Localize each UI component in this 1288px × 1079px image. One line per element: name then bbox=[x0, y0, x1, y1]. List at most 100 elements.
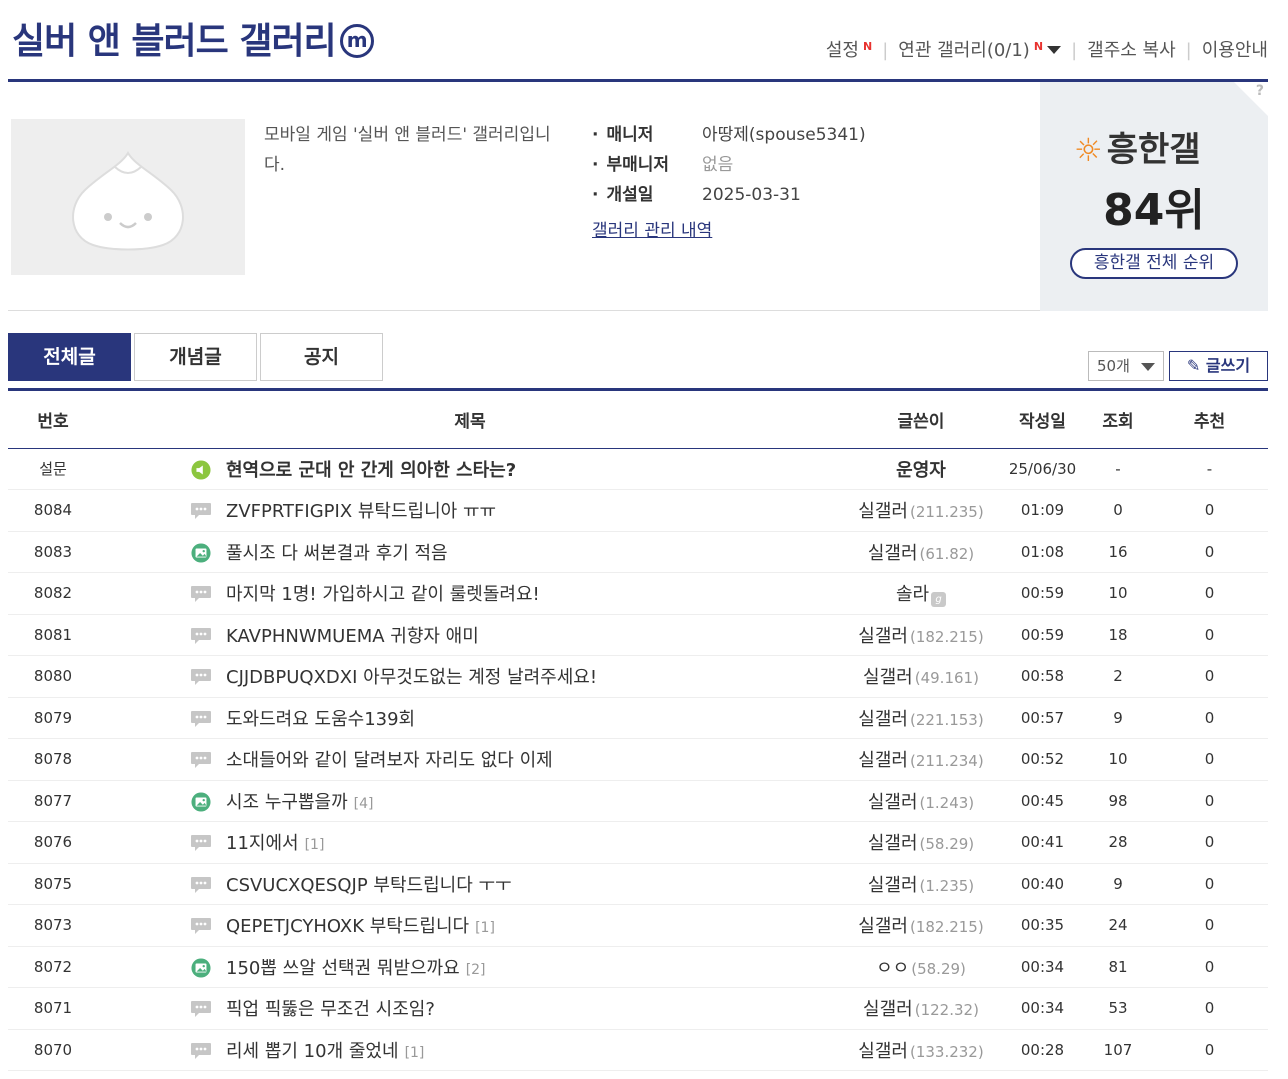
post-writer[interactable]: 운영자 bbox=[896, 460, 946, 481]
post-subject[interactable]: 풀시조 다 써본결과 후기 적음 bbox=[226, 543, 448, 564]
post-subject[interactable]: 시조 누구뽑을까 bbox=[226, 792, 348, 813]
post-writer-cell[interactable]: 실갤러 (211.234) bbox=[842, 738, 1000, 781]
table-row[interactable]: 8081 KAVPHNWMUEMA 귀향자 애미 실갤러 (182.215) 00:59… bbox=[8, 614, 1268, 656]
post-subject-cell[interactable]: KAVPHNWMUEMA 귀향자 애미 bbox=[98, 614, 842, 656]
post-number: 8070 bbox=[8, 1029, 98, 1071]
copy-url-link[interactable]: 갤주소 복사 bbox=[1087, 36, 1176, 62]
post-subject[interactable]: CSVUCXQESQJP 부탁드립니다 ㅜㅜ bbox=[226, 875, 512, 896]
post-writer[interactable]: 실갤러 bbox=[868, 792, 918, 813]
table-row[interactable]: 8077 시조 누구뽑을까 [4] 실갤러 (1.243) 00:45 98 0 bbox=[8, 780, 1268, 822]
post-subject-cell[interactable]: 11지에서 [1] bbox=[98, 821, 842, 864]
post-subject-cell[interactable]: ZVFPRTFIGPIX 뷰탁드립니아 ㅠㅠ bbox=[98, 489, 842, 532]
post-subject[interactable]: 리세 뽑기 10개 줄었네 bbox=[226, 1041, 399, 1062]
writer-ip: (122.32) bbox=[914, 1001, 979, 1020]
post-number: 8076 bbox=[8, 821, 98, 864]
post-writer[interactable]: 실갤러 bbox=[858, 501, 908, 522]
post-writer[interactable]: 솔라 bbox=[896, 584, 929, 605]
post-subject-cell[interactable]: 시조 누구뽑을까 [4] bbox=[98, 780, 842, 822]
table-row[interactable]: 8079 도와드려요 도움수139회 실갤러 (221.153) 00:57 9 0 bbox=[8, 697, 1268, 739]
post-subject-cell[interactable]: QEPETJCYHOXK 부탁드립니다 [1] bbox=[98, 904, 842, 947]
table-row[interactable]: 8082 마지막 1명! 가입하시고 같이 룰렛돌려요! 솔라 g 00:59 10 0 bbox=[8, 572, 1268, 615]
post-subject[interactable]: KAVPHNWMUEMA 귀향자 애미 bbox=[226, 626, 479, 647]
table-row[interactable]: 8080 CJJDBPUQXDXI 아무것도없는 계정 날려주세요! 실갤러 (49.… bbox=[8, 655, 1268, 698]
write-button[interactable]: ✎ 글쓰기 bbox=[1169, 351, 1268, 381]
comment-count[interactable]: [1] bbox=[475, 920, 495, 936]
post-writer[interactable]: 실갤러 bbox=[858, 916, 908, 937]
writer-ip: (133.232) bbox=[909, 1042, 984, 1061]
text-post-icon bbox=[191, 835, 211, 851]
post-writer-cell[interactable]: ㅇㅇ (58.29) bbox=[842, 946, 1000, 988]
management-history-link[interactable]: 갤러리 관리 내역 bbox=[592, 216, 712, 241]
post-subject-cell[interactable]: CJJDBPUQXDXI 아무것도없는 계정 날려주세요! bbox=[98, 655, 842, 698]
comment-count[interactable]: [1] bbox=[405, 1045, 425, 1061]
post-subject-cell[interactable]: 소대들어와 같이 달려보자 자리도 없다 이제 bbox=[98, 738, 842, 781]
post-subject-cell[interactable]: 150뽑 쓰알 선택권 뭐받으까요 [2] bbox=[98, 946, 842, 988]
post-writer[interactable]: 실갤러 bbox=[868, 833, 918, 854]
post-subject-cell[interactable]: 마지막 1명! 가입하시고 같이 룰렛돌려요! bbox=[98, 572, 842, 615]
post-writer[interactable]: 실갤러 bbox=[858, 626, 908, 647]
tab-recommended[interactable]: 개념글 bbox=[134, 333, 257, 381]
post-writer-cell[interactable]: 솔라 g bbox=[842, 572, 1000, 615]
post-writer-cell[interactable]: 실갤러 (1.243) bbox=[842, 780, 1000, 822]
table-row[interactable]: 8070 리세 뽑기 10개 줄었네 [1] 실갤러 (133.232) 00:28 107… bbox=[8, 1029, 1268, 1071]
post-writer-cell[interactable]: 실갤러 (221.153) bbox=[842, 697, 1000, 739]
table-row[interactable]: 8084 ZVFPRTFIGPIX 뷰탁드립니아 ㅠㅠ 실갤러 (211.235) 01… bbox=[8, 489, 1268, 532]
table-row[interactable]: 8072 150뽑 쓰알 선택권 뭐받으까요 [2] ㅇㅇ (58.29) 00:34 81… bbox=[8, 946, 1268, 988]
post-writer[interactable]: ㅇㅇ bbox=[876, 958, 909, 979]
post-subject[interactable]: QEPETJCYHOXK 부탁드립니다 bbox=[226, 916, 469, 937]
post-writer-cell[interactable]: 실갤러 (61.82) bbox=[842, 531, 1000, 573]
post-subject-cell[interactable]: 픽업 픽뚫은 무조건 시조임? bbox=[98, 987, 842, 1030]
post-writer[interactable]: 실갤러 bbox=[868, 543, 918, 564]
gallery-title[interactable]: 실버 앤 블러드 갤러리 m bbox=[12, 12, 374, 64]
post-subject-cell[interactable]: 풀시조 다 써본결과 후기 적음 bbox=[98, 531, 842, 573]
guide-link[interactable]: 이용안내 bbox=[1202, 36, 1268, 62]
post-subject-cell[interactable]: 현역으로 군대 안 간게 의아한 스타는? bbox=[98, 448, 842, 490]
table-row[interactable]: 8076 11지에서 [1] 실갤러 (58.29) 00:41 28 0 bbox=[8, 821, 1268, 864]
comment-count[interactable]: [1] bbox=[305, 837, 325, 853]
settings-link[interactable]: 설정 N bbox=[826, 36, 872, 62]
post-subject[interactable]: 픽업 픽뚫은 무조건 시조임? bbox=[226, 999, 435, 1020]
post-subject-cell[interactable]: 리세 뽑기 10개 줄었네 [1] bbox=[98, 1029, 842, 1071]
post-writer-cell[interactable]: 실갤러 (133.232) bbox=[842, 1029, 1000, 1071]
post-subject-cell[interactable]: CSVUCXQESQJP 부탁드립니다 ㅜㅜ bbox=[98, 863, 842, 905]
post-subject[interactable]: 도와드려요 도움수139회 bbox=[226, 709, 415, 730]
post-subject[interactable]: ZVFPRTFIGPIX 뷰탁드립니아 ㅠㅠ bbox=[226, 501, 496, 522]
table-row[interactable]: 8073 QEPETJCYHOXK 부탁드립니다 [1] 실갤러 (182.215) 00… bbox=[8, 904, 1268, 947]
post-writer[interactable]: 실갤러 bbox=[863, 999, 913, 1020]
post-writer[interactable]: 실갤러 bbox=[868, 875, 918, 896]
table-row[interactable]: 8083 풀시조 다 써본결과 후기 적음 실갤러 (61.82) 01:08 16 0 bbox=[8, 531, 1268, 573]
tab-all[interactable]: 전체글 bbox=[8, 333, 131, 381]
manager-value[interactable]: 아땅제(spouse5341) bbox=[702, 125, 866, 145]
related-gallery-link[interactable]: 연관 갤러리(0/1) N bbox=[898, 36, 1062, 62]
post-subject[interactable]: CJJDBPUQXDXI 아무것도없는 계정 날려주세요! bbox=[226, 667, 597, 688]
table-row[interactable]: 8078 소대들어와 같이 달려보자 자리도 없다 이제 실갤러 (211.234) 0… bbox=[8, 738, 1268, 781]
list-count-select[interactable]: 50개 bbox=[1088, 351, 1164, 381]
post-writer-cell[interactable]: 실갤러 (1.235) bbox=[842, 863, 1000, 905]
table-row[interactable]: 8071 픽업 픽뚫은 무조건 시조임? 실갤러 (122.32) 00:34 53 0 bbox=[8, 987, 1268, 1030]
post-subject-cell[interactable]: 도와드려요 도움수139회 bbox=[98, 697, 842, 739]
comment-count[interactable]: [4] bbox=[354, 796, 374, 812]
post-writer-cell[interactable]: 실갤러 (211.235) bbox=[842, 489, 1000, 532]
post-writer-cell[interactable]: 실갤러 (122.32) bbox=[842, 987, 1000, 1030]
post-writer[interactable]: 실갤러 bbox=[858, 750, 908, 771]
image-post-icon bbox=[191, 542, 211, 563]
post-writer-cell[interactable]: 실갤러 (182.215) bbox=[842, 904, 1000, 947]
post-writer-cell[interactable]: 실갤러 (58.29) bbox=[842, 821, 1000, 864]
post-writer-cell[interactable]: 운영자 bbox=[842, 448, 1000, 490]
post-subject[interactable]: 150뽑 쓰알 선택권 뭐받으까요 bbox=[226, 958, 460, 979]
help-icon[interactable]: ? bbox=[1256, 83, 1264, 99]
post-subject[interactable]: 현역으로 군대 안 간게 의아한 스타는? bbox=[226, 460, 516, 481]
table-row[interactable]: 8075 CSVUCXQESQJP 부탁드립니다 ㅜㅜ 실갤러 (1.235) 00:4… bbox=[8, 863, 1268, 905]
post-writer-cell[interactable]: 실갤러 (49.161) bbox=[842, 655, 1000, 698]
post-subject[interactable]: 소대들어와 같이 달려보자 자리도 없다 이제 bbox=[226, 750, 553, 771]
all-rank-button[interactable]: 흥한갤 전체 순위 bbox=[1070, 248, 1238, 279]
comment-count[interactable]: [2] bbox=[466, 962, 486, 978]
post-writer[interactable]: 실갤러 bbox=[863, 667, 913, 688]
table-row[interactable]: 설문 현역으로 군대 안 간게 의아한 스타는? 운영자 25/06/30- - bbox=[8, 448, 1268, 490]
post-subject[interactable]: 마지막 1명! 가입하시고 같이 룰렛돌려요! bbox=[226, 584, 540, 605]
tab-notice[interactable]: 공지 bbox=[260, 333, 383, 381]
post-writer-cell[interactable]: 실갤러 (182.215) bbox=[842, 614, 1000, 656]
post-writer[interactable]: 실갤러 bbox=[858, 1041, 908, 1062]
post-subject[interactable]: 11지에서 bbox=[226, 833, 299, 854]
post-writer[interactable]: 실갤러 bbox=[858, 709, 908, 730]
